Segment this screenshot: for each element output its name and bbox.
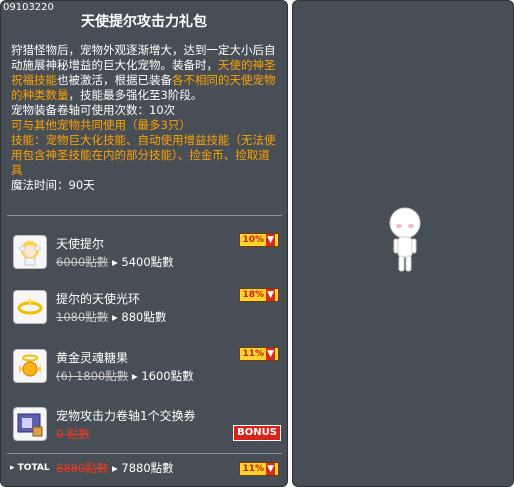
arrow-icon: ▸ (131, 369, 138, 383)
discount-badge: 18% ▼ (238, 288, 279, 302)
arrow-icon: ▸ (111, 461, 118, 475)
item-price: (6) 1800點數 ▸ 1600點數 (56, 368, 194, 384)
desc-text: ，技能最多强化至3阶段。 (68, 88, 203, 102)
item-price: 1080點數 ▸ 880點數 (56, 309, 166, 325)
package-item-scroll-coupon[interactable]: 宠物攻击力卷轴1个交换券 0 點數 BONUS (1, 401, 287, 457)
item-name: 宠物攻击力卷轴1个交换券 (56, 409, 196, 423)
arrow-icon: ▸ (111, 310, 118, 324)
package-description: 狩猎怪物后，宠物外观逐渐增大，达到一定大小后自动施展神秘增益的巨大化宠物。装备时… (11, 43, 279, 193)
discount-badge: 10% ▼ (238, 233, 279, 247)
new-price: 880點數 (121, 310, 167, 324)
desc-scroll-uses: 宠物装备卷轴可使用次数：10次 (11, 103, 176, 117)
package-title: 天使提尔攻击力礼包 (81, 14, 207, 30)
total-old-price: 8880點數 (56, 461, 109, 475)
arrow-icon: ▸ (111, 255, 118, 269)
down-arrow-icon: ▼ (266, 463, 275, 475)
desc-magic-time: 魔法时间：90天 (11, 178, 95, 192)
total-row: ▸ TOTAL 8880點數 ▸ 7880點數 11% ▼ (1, 457, 287, 481)
total-new-price: 7880點數 (121, 461, 174, 475)
old-price: 1080點數 (56, 310, 109, 324)
desc-text: 也被激活，根据已装备 (57, 73, 172, 87)
discount-badge: 11% ▼ (238, 347, 279, 361)
new-price: 5400點數 (121, 255, 174, 269)
scroll-coupon-icon (13, 407, 47, 441)
package-item-golden-candy[interactable]: 黄金灵魂糖果 (6) 1800點數 ▸ 1600點數 11% ▼ (1, 343, 287, 399)
total-discount-badge: 11% ▼ (238, 462, 279, 476)
package-item-angel-tyr[interactable]: 天使提尔 6000點數 ▸ 5400點數 10% ▼ (1, 229, 287, 285)
divider (7, 453, 282, 454)
item-price: 0 點數 (56, 426, 90, 442)
item-name: 提尔的天使光环 (56, 292, 141, 306)
divider (7, 215, 282, 216)
down-arrow-icon: ▼ (266, 348, 275, 360)
item-name: 天使提尔 (56, 237, 105, 251)
old-price: (6) 1800點數 (56, 369, 129, 383)
halo-icon (13, 290, 47, 324)
desc-shared-use: 可与其他宠物共同使用（最多3只） (11, 118, 191, 132)
total-price: 8880點數 ▸ 7880點數 (56, 460, 174, 476)
old-price: 0 點數 (56, 427, 90, 441)
angel-tyr-icon (13, 235, 47, 269)
item-price: 6000點數 ▸ 5400點數 (56, 254, 174, 270)
item-name: 黄金灵魂糖果 (56, 351, 129, 365)
package-info-panel: 09103220 天使提尔攻击力礼包 狩猎怪物后，宠物外观逐渐增大，达到一定大小… (0, 0, 288, 487)
down-arrow-icon: ▼ (266, 289, 275, 301)
character-avatar (389, 207, 421, 272)
golden-candy-icon (13, 349, 47, 383)
desc-skills: 技能：宠物巨大化技能、自动使用增益技能（无法使用包含神圣技能在内的部分技能）、捡… (11, 133, 276, 177)
new-price: 1600點數 (141, 369, 194, 383)
down-arrow-icon: ▼ (266, 234, 275, 246)
total-label: ▸ TOTAL (10, 463, 50, 473)
package-item-angel-halo[interactable]: 提尔的天使光环 1080點數 ▸ 880點數 18% ▼ (1, 284, 287, 340)
old-price: 6000點數 (56, 255, 109, 269)
character-preview-panel (292, 0, 514, 487)
bonus-badge: BONUS (233, 425, 281, 441)
